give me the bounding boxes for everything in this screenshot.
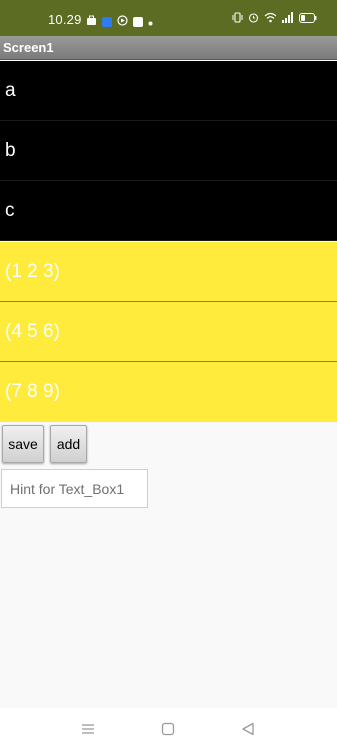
save-button[interactable]: save <box>2 425 44 463</box>
screen-title: Screen1 <box>3 40 54 55</box>
text-box-1[interactable] <box>1 469 148 508</box>
status-time: 10.29 <box>48 12 82 27</box>
status-bar: 10.29 <box>0 0 337 36</box>
list-item[interactable]: c <box>0 181 337 241</box>
alarm-icon <box>248 12 259 23</box>
list-item[interactable]: (7 8 9) <box>0 362 337 422</box>
navigation-bar <box>0 708 337 750</box>
add-button[interactable]: add <box>50 425 87 463</box>
status-notification-icons <box>86 13 153 31</box>
list-view-2: (1 2 3) (4 5 6) (7 8 9) <box>0 242 337 422</box>
home-icon[interactable] <box>156 720 180 738</box>
app-icon <box>133 17 143 27</box>
wifi-icon <box>264 12 277 23</box>
tv-icon <box>117 13 128 31</box>
dot-icon <box>148 13 153 31</box>
menu-icon[interactable] <box>76 720 100 738</box>
list-view-1: a b c <box>0 61 337 241</box>
vibrate-icon <box>232 12 243 23</box>
briefcase-icon <box>86 13 97 31</box>
list-item[interactable]: a <box>0 61 337 121</box>
list-item[interactable]: b <box>0 121 337 181</box>
battery-icon <box>299 12 317 23</box>
list-item[interactable]: (4 5 6) <box>0 302 337 362</box>
back-icon[interactable] <box>236 720 260 738</box>
status-system-icons <box>232 12 317 23</box>
messenger-icon <box>102 17 112 27</box>
list-item[interactable]: (1 2 3) <box>0 242 337 302</box>
title-bar: Screen1 <box>0 36 337 60</box>
signal-icon <box>282 12 294 23</box>
